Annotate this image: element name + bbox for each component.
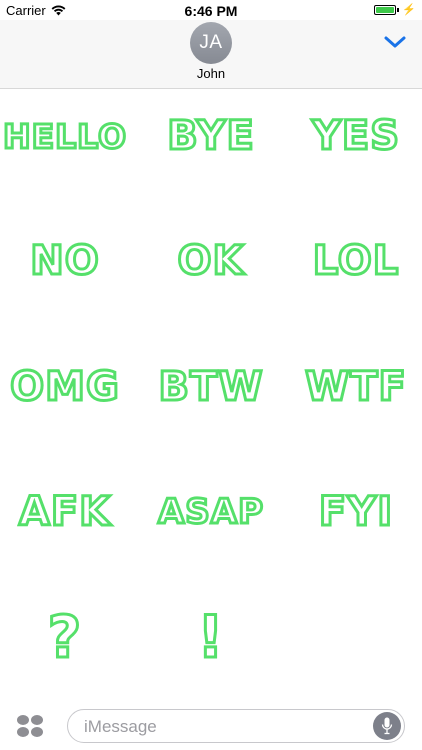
message-input[interactable]	[82, 710, 366, 744]
sticker-label: AFK	[17, 488, 112, 537]
sticker-label: OMG	[9, 363, 121, 412]
sticker-bye[interactable]: BYE	[141, 86, 281, 186]
app-grid-icon	[17, 715, 43, 737]
sticker-label: BTW	[157, 363, 264, 412]
sticker-omg[interactable]: OMG	[0, 337, 135, 437]
sticker-no[interactable]: NO	[0, 211, 135, 311]
sticker-label: ?	[46, 602, 83, 673]
sticker-lol[interactable]: LOL	[286, 211, 422, 311]
sticker-label: BYE	[166, 112, 256, 161]
dictation-button[interactable]	[373, 712, 401, 740]
clock: 6:46 PM	[184, 3, 238, 19]
app-drawer-button[interactable]	[16, 714, 44, 738]
sticker-label: !	[196, 602, 225, 673]
sticker-label: FYI	[317, 488, 394, 537]
contact-name[interactable]: John	[0, 66, 422, 81]
battery-icon	[374, 4, 397, 15]
sticker-asap[interactable]: ASAP	[141, 462, 281, 562]
sticker-afk[interactable]: AFK	[0, 462, 135, 562]
status-bar: Carrier 6:46 PM ⚡	[0, 0, 422, 20]
sticker-ok[interactable]: OK	[141, 211, 281, 311]
collapse-chevron-button[interactable]	[382, 32, 408, 52]
message-input-bar	[0, 700, 422, 750]
sticker-label: NO	[29, 237, 100, 286]
sticker-label: WTF	[304, 363, 408, 412]
avatar-initials: JA	[199, 32, 223, 53]
sticker-label: OK	[176, 237, 245, 286]
sticker-label: YES	[310, 112, 401, 161]
sticker-grid: HELLO BYE YES NO OK LOL OMG BTW WTF AFK ASAP FYI?!	[0, 89, 422, 699]
sticker-fyi[interactable]: FYI	[286, 462, 422, 562]
sticker-label: HELLO	[1, 115, 128, 157]
sticker-wtf[interactable]: WTF	[286, 337, 422, 437]
chevron-down-icon	[384, 36, 406, 48]
sticker-btw[interactable]: BTW	[141, 337, 281, 437]
sticker-label: ASAP	[156, 491, 265, 534]
microphone-icon	[381, 717, 393, 735]
battery-fill	[376, 6, 395, 13]
battery-indicator: ⚡	[374, 3, 416, 16]
contact-avatar[interactable]: JA	[190, 22, 232, 64]
sticker-question[interactable]: ?	[0, 587, 135, 687]
sticker-exclamation[interactable]: !	[141, 587, 281, 687]
sticker-hello[interactable]: HELLO	[0, 86, 135, 186]
message-field	[67, 709, 405, 744]
sticker-label: LOL	[311, 237, 400, 286]
conversation-header: JA John	[0, 20, 422, 89]
sticker-yes[interactable]: YES	[286, 86, 422, 186]
charging-bolt-icon: ⚡	[402, 4, 416, 16]
